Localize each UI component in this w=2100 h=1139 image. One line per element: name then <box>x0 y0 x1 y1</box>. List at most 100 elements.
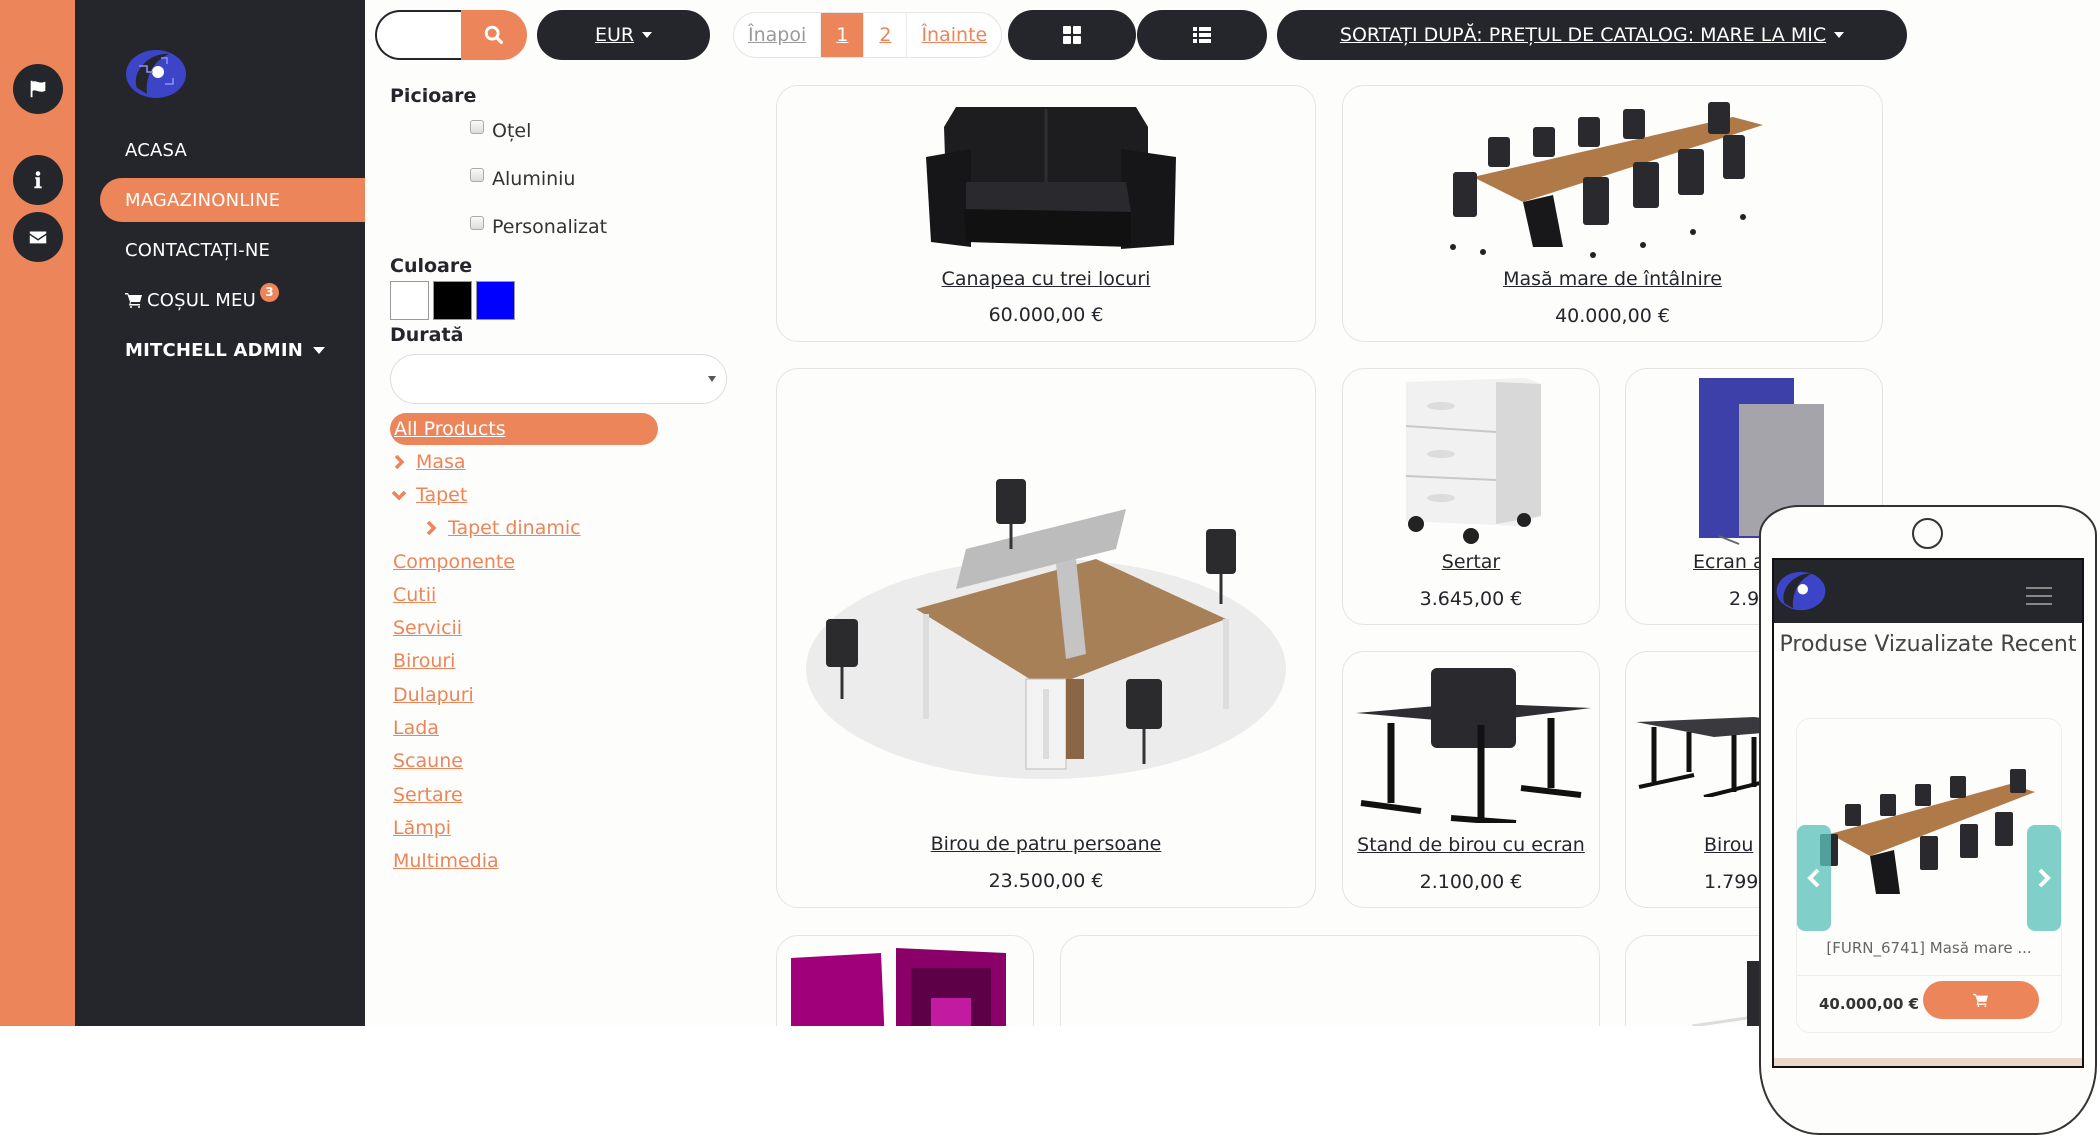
search-input[interactable] <box>375 10 465 60</box>
carousel-next-button[interactable] <box>2027 825 2061 931</box>
category-item[interactable]: Cutii <box>390 578 730 611</box>
product-card[interactable]: Sertar 3.645,00 € <box>1342 368 1600 625</box>
pager-next[interactable]: Înainte <box>907 13 1001 57</box>
sidebar: ACASA MAGAZINONLINE CONTACTAȚI-NE COȘUL … <box>75 0 365 1026</box>
duration-select[interactable] <box>390 354 727 404</box>
product-image-standing-desk[interactable] <box>1343 658 1599 828</box>
category-link[interactable]: Scaune <box>393 750 463 772</box>
category-link[interactable]: Tapet <box>416 484 467 506</box>
grid-view-button[interactable] <box>1008 10 1136 60</box>
category-item[interactable]: Componente <box>390 545 730 578</box>
category-link[interactable]: Lămpi <box>393 817 451 839</box>
category-link[interactable]: Dulapuri <box>393 684 474 706</box>
nav-shop[interactable]: MAGAZINONLINE <box>100 178 365 222</box>
pagination: Înapoi 1 2 Înainte <box>733 12 1003 58</box>
add-to-cart-button[interactable] <box>1923 981 2039 1019</box>
chevron-right-icon <box>2038 868 2051 888</box>
product-name[interactable]: Canapea cu trei locuri <box>777 268 1315 290</box>
legs-option-custom[interactable]: Personalizat <box>470 203 730 251</box>
nav-home-label: ACASA <box>125 139 187 161</box>
category-item[interactable]: Sertare <box>390 778 730 811</box>
product-name[interactable]: Masă mare de întâlnire <box>1343 268 1882 290</box>
left-rail <box>0 0 75 1026</box>
color-swatch-blue[interactable] <box>476 281 515 320</box>
chevron-right-icon[interactable] <box>424 521 438 536</box>
legs-option-label: Aluminiu <box>492 168 576 190</box>
logo[interactable] <box>125 48 187 100</box>
product-price: 40.000,00 € <box>1555 305 1670 327</box>
category-link[interactable]: Componente <box>393 551 515 573</box>
category-item[interactable]: Lada <box>390 711 730 744</box>
contact-button[interactable] <box>13 212 63 262</box>
list-view-button[interactable] <box>1137 10 1267 60</box>
category-item[interactable]: Servicii <box>390 611 730 644</box>
product-image-meeting-table[interactable] <box>1343 94 1882 264</box>
nav-cart[interactable]: COȘUL MEU 3 <box>75 278 365 322</box>
search-icon <box>484 25 503 44</box>
category-link[interactable]: Sertare <box>393 784 463 806</box>
product-price: 2.100,00 € <box>1419 871 1523 893</box>
nav-contact[interactable]: CONTACTAȚI-NE <box>75 228 365 272</box>
sort-dropdown[interactable]: SORTAȚI DUPĂ: PREȚUL DE CATALOG: MARE LA… <box>1277 10 1907 60</box>
product-card[interactable]: Canapea cu trei locuri 60.000,00 € <box>776 85 1316 342</box>
product-card[interactable]: Masă mare de întâlnire 40.000,00 € <box>1342 85 1883 342</box>
category-item[interactable]: Dulapuri <box>390 678 730 711</box>
color-swatch-white[interactable] <box>390 281 429 320</box>
mobile-header <box>1774 560 2082 623</box>
category-link[interactable]: Birouri <box>393 650 455 672</box>
flag-button[interactable] <box>13 64 63 114</box>
chevron-down-icon <box>642 32 653 38</box>
category-item[interactable]: Multimedia <box>390 845 730 878</box>
carousel-prev-button[interactable] <box>1797 825 1831 931</box>
pager-prev[interactable]: Înapoi <box>734 13 822 57</box>
nav-user-menu[interactable]: MITCHELL ADMIN <box>75 328 365 372</box>
category-item[interactable]: Tapet <box>390 478 730 511</box>
category-link[interactable]: Tapet dinamic <box>448 517 581 539</box>
search-button[interactable] <box>461 10 527 60</box>
hamburger-menu-icon[interactable] <box>2026 587 2052 611</box>
product-image-four-person-desk[interactable] <box>777 419 1315 799</box>
product-image-drawer[interactable] <box>1343 375 1599 545</box>
category-link[interactable]: Multimedia <box>393 850 499 872</box>
product-image-booth[interactable] <box>777 948 1033 1026</box>
category-link[interactable]: Cutii <box>393 584 436 606</box>
checkbox[interactable] <box>470 168 484 182</box>
product-card[interactable] <box>776 935 1034 1026</box>
category-item[interactable]: Lămpi <box>390 811 730 844</box>
cart-icon <box>1973 993 1988 1007</box>
recently-viewed-card[interactable]: [FURN_6741] Masă mare ... 40.000,00 € <box>1796 718 2062 1033</box>
category-item[interactable]: Masa <box>390 445 730 478</box>
recently-viewed-product-name[interactable]: [FURN_6741] Masă mare ... <box>1797 939 2061 976</box>
logo[interactable] <box>1774 568 1828 614</box>
info-button[interactable] <box>13 155 63 205</box>
product-card[interactable]: Stand de birou cu ecran 2.100,00 € <box>1342 651 1600 908</box>
color-swatch-black[interactable] <box>433 281 472 320</box>
recently-viewed-image[interactable] <box>1797 759 2063 909</box>
category-item[interactable]: Birouri <box>390 645 730 678</box>
currency-dropdown[interactable]: EUR <box>537 10 710 60</box>
legs-filter-title: Picioare <box>390 85 477 107</box>
product-card[interactable]: Birou de patru persoane 23.500,00 € <box>776 368 1316 908</box>
product-card[interactable] <box>1060 935 1600 1026</box>
chevron-right-icon[interactable] <box>392 454 406 469</box>
pager-page-2[interactable]: 2 <box>864 13 908 57</box>
checkbox[interactable] <box>470 216 484 230</box>
legs-option-aluminium[interactable]: Aluminiu <box>470 155 730 203</box>
legs-option-steel[interactable]: Oțel <box>470 107 730 155</box>
category-all-products[interactable]: All Products <box>390 413 658 445</box>
pager-page-1[interactable]: 1 <box>821 13 865 57</box>
phone-screen: Produse Vizualizate Recent [FURN_6741] M… <box>1772 558 2084 1068</box>
checkbox[interactable] <box>470 120 484 134</box>
product-name[interactable]: Birou de patru persoane <box>777 833 1315 855</box>
category-item[interactable]: Scaune <box>390 745 730 778</box>
category-link[interactable]: Servicii <box>393 617 462 639</box>
nav-home[interactable]: ACASA <box>75 128 365 172</box>
category-link[interactable]: Lada <box>393 717 439 739</box>
product-name[interactable]: Sertar <box>1343 551 1599 573</box>
category-link[interactable]: Masa <box>416 451 466 473</box>
category-item[interactable]: Tapet dinamic <box>390 512 730 545</box>
product-image-sofa[interactable] <box>777 94 1315 259</box>
category-link[interactable]: All Products <box>394 418 506 440</box>
product-name[interactable]: Stand de birou cu ecran <box>1343 834 1599 856</box>
chevron-down-icon[interactable] <box>392 488 406 502</box>
